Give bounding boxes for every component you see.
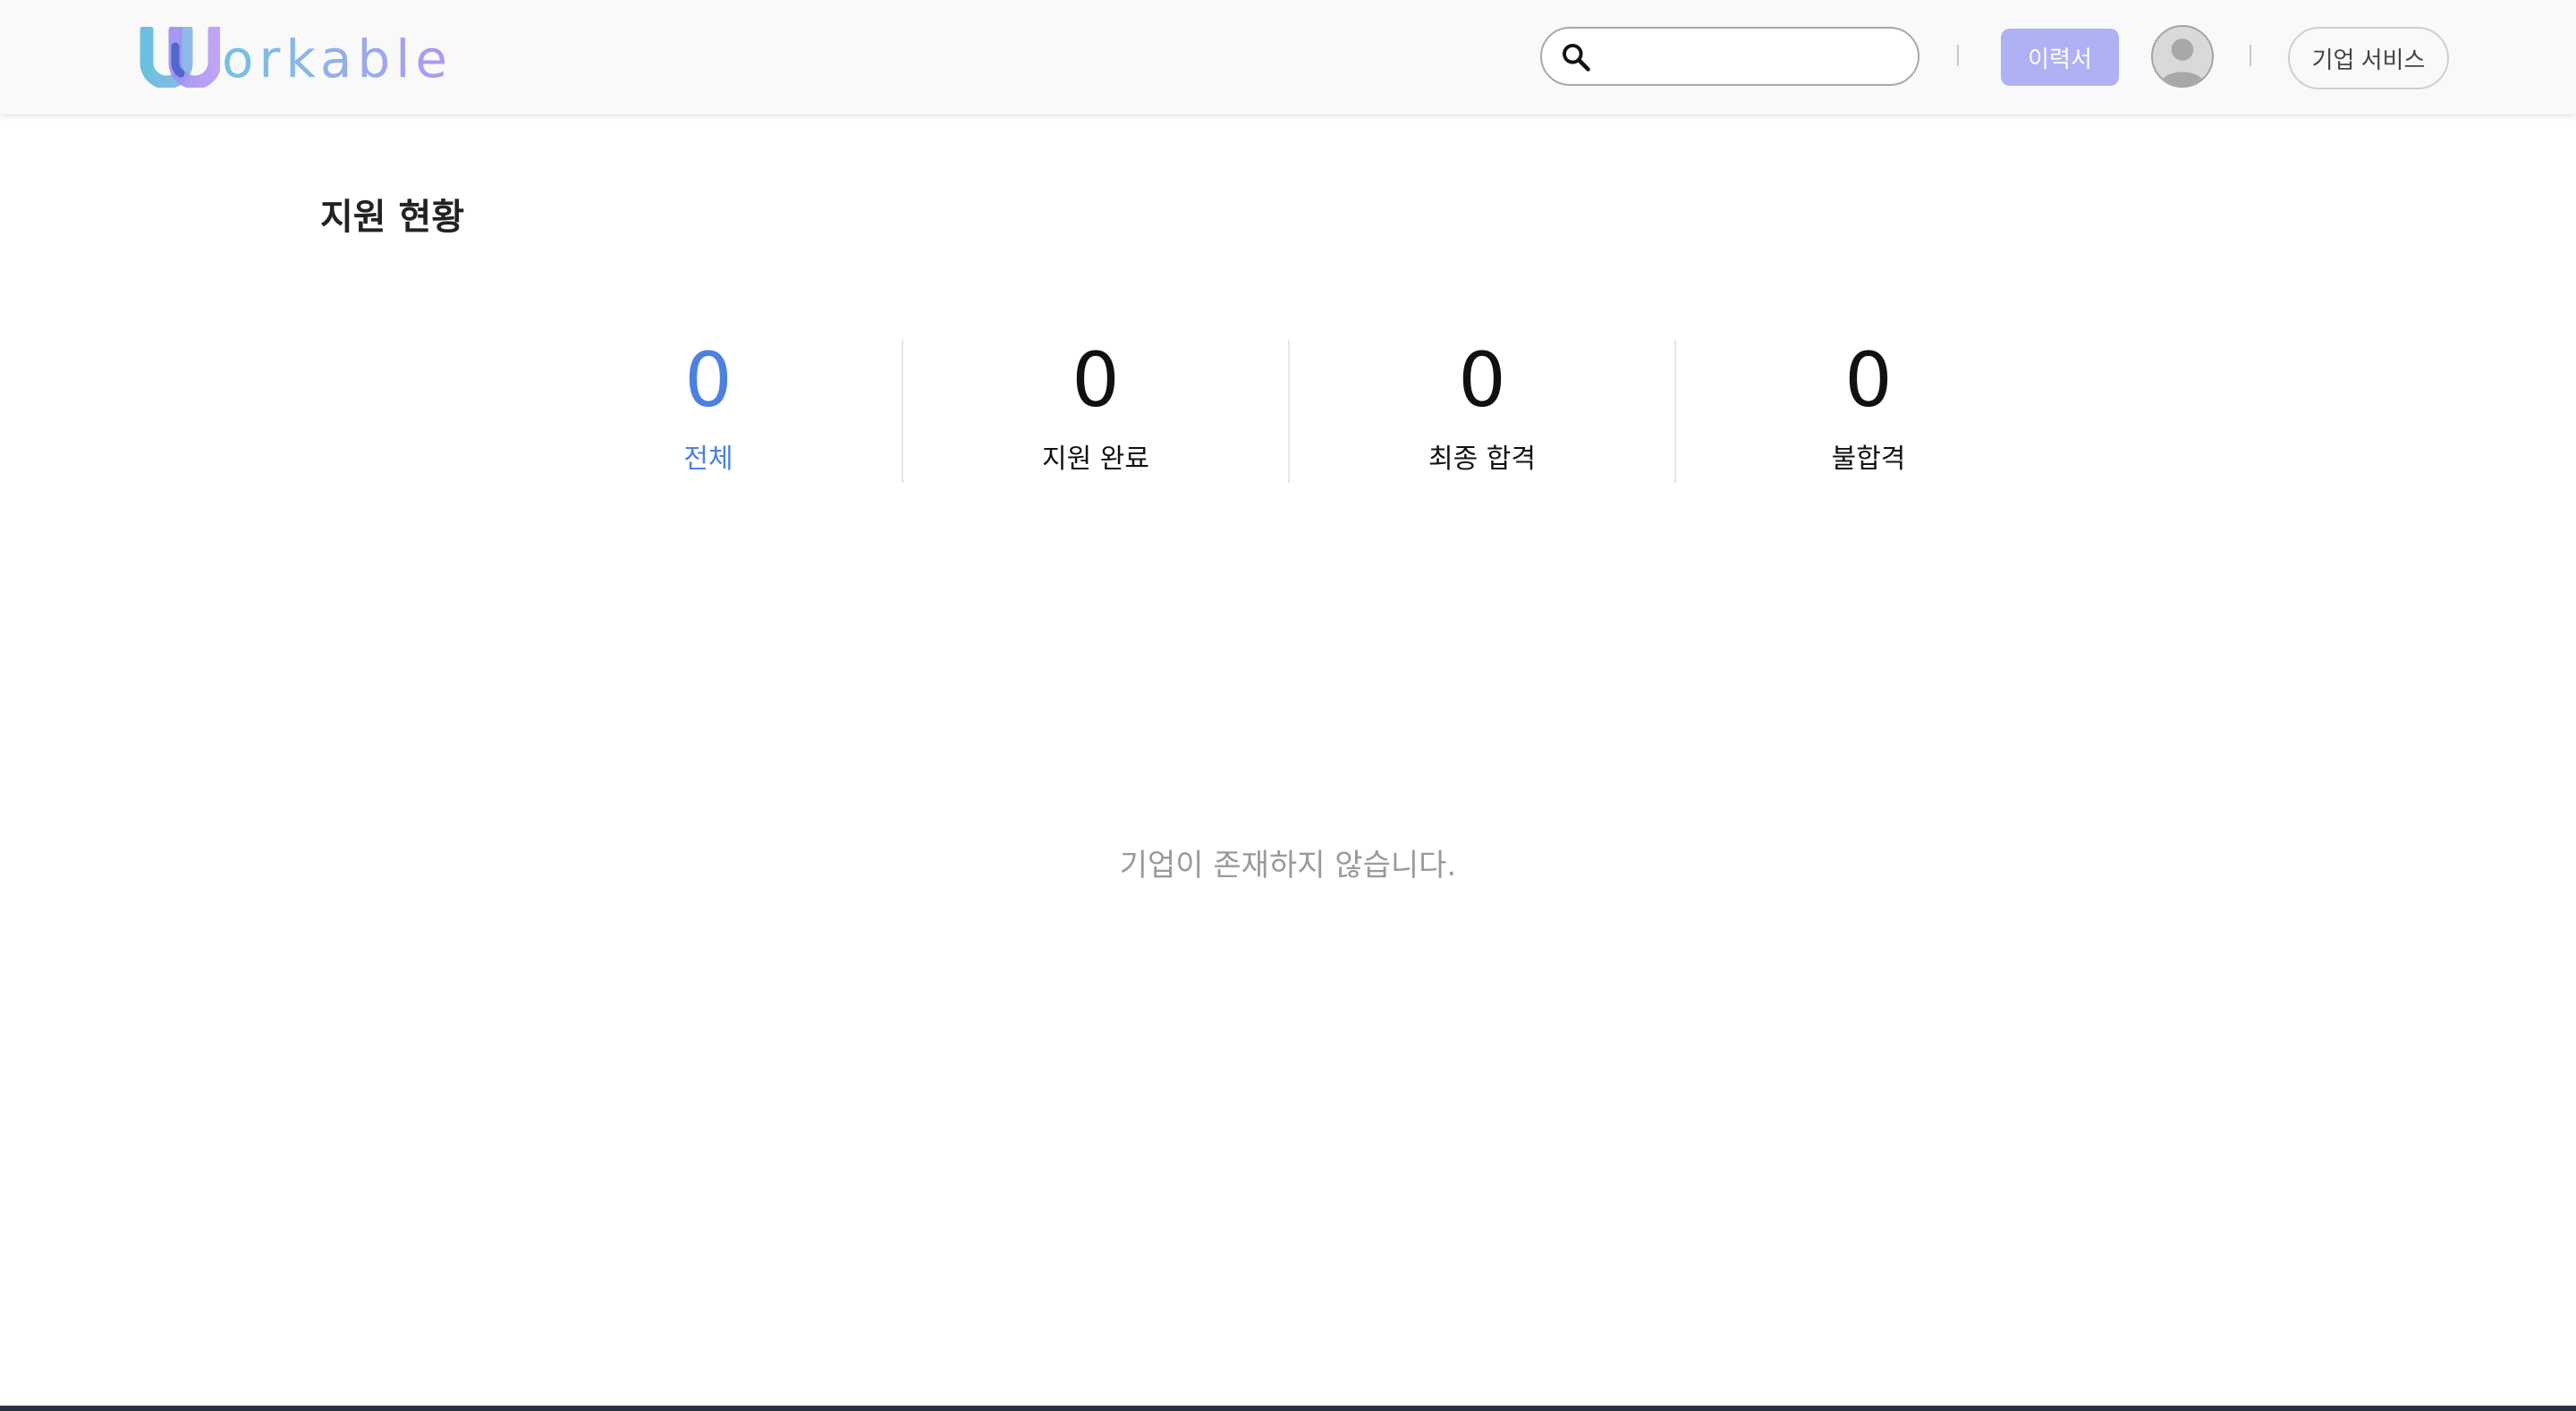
- stat-rejected[interactable]: 0 불합격: [1674, 340, 2061, 483]
- stat-label: 불합격: [1831, 444, 1906, 475]
- top-header: orkable 이력서 기업 서비스: [0, 0, 2576, 114]
- application-status-tabs: 0 전체 0 지원 완료 0 최종 합격 0 불합격: [515, 340, 2061, 483]
- stat-label: 최종 합격: [1428, 444, 1536, 475]
- stat-final-pass[interactable]: 0 최종 합격: [1288, 340, 1674, 483]
- search-input[interactable]: [1605, 36, 1903, 79]
- corporate-service-button[interactable]: 기업 서비스: [2288, 27, 2449, 89]
- page-title: 지원 현황: [320, 197, 465, 238]
- empty-state-message: 기업이 존재하지 않습니다.: [1119, 848, 1457, 883]
- stat-count: 0: [684, 336, 733, 424]
- stat-applied[interactable]: 0 지원 완료: [902, 340, 1288, 483]
- bottom-edge: [0, 1406, 2576, 1411]
- stat-count: 0: [1458, 336, 1506, 424]
- logo-text: orkable: [222, 29, 453, 89]
- search-icon[interactable]: [1560, 41, 1592, 73]
- logo-w-mark-icon: [140, 27, 220, 88]
- stat-label: 전체: [683, 444, 733, 475]
- stat-all[interactable]: 0 전체: [515, 340, 902, 483]
- search-box[interactable]: [1540, 27, 1919, 86]
- stat-count: 0: [1072, 336, 1120, 424]
- stat-label: 지원 완료: [1042, 444, 1149, 475]
- workable-logo[interactable]: orkable: [140, 27, 453, 88]
- user-avatar[interactable]: [2151, 25, 2214, 88]
- header-divider: [1957, 45, 1959, 66]
- header-divider: [2250, 45, 2251, 66]
- resume-button[interactable]: 이력서: [2001, 29, 2119, 86]
- user-avatar-icon: [2153, 27, 2212, 86]
- stat-count: 0: [1844, 336, 1893, 424]
